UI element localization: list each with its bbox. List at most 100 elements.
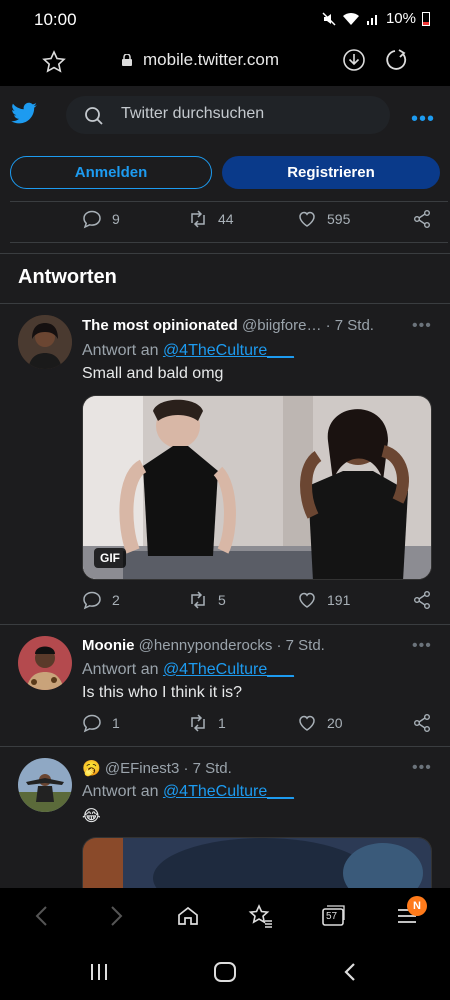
battery-percent: 10% (385, 10, 416, 27)
retweet-icon (191, 714, 205, 732)
tweet-more-icon[interactable]: ••• (412, 637, 432, 655)
reply-to: Antwort an @4TheCulture___ (82, 661, 294, 679)
divider (0, 624, 450, 625)
mute-icon (322, 11, 336, 26)
avatar[interactable] (18, 758, 72, 812)
tweet-actions: 2 5 191 (0, 590, 450, 614)
reply-to-link[interactable]: @4TheCulture___ (163, 342, 294, 359)
notification-badge: N (407, 896, 427, 916)
retweet-count: 5 (218, 592, 226, 608)
tweet-time: · 7 Std. (276, 637, 325, 654)
share-icon (414, 591, 430, 609)
reply-prefix: Antwort an (82, 783, 159, 800)
status-time: 10:00 (34, 10, 77, 29)
like-action[interactable]: 595 (297, 209, 350, 229)
share-action[interactable] (412, 590, 432, 610)
wifi-icon (342, 12, 359, 25)
reply-count: 2 (112, 592, 120, 608)
tweet-more-icon[interactable]: ••• (412, 317, 432, 335)
reply-prefix: Antwort an (82, 661, 159, 678)
retweet-icon (191, 210, 205, 228)
reply-prefix: Antwort an (82, 342, 159, 359)
tweet-time: · 7 Std. (183, 760, 232, 777)
avatar[interactable] (18, 636, 72, 690)
reload-icon[interactable] (385, 48, 409, 72)
retweet-action[interactable]: 1 (188, 713, 226, 733)
bookmark-star-icon[interactable] (42, 50, 66, 74)
search-input[interactable]: Twitter durchsuchen (121, 105, 264, 123)
reply-icon (83, 210, 101, 229)
heart-icon (299, 715, 315, 731)
author-handle: @hennyponderocks (138, 637, 273, 654)
reply-count: 9 (112, 211, 120, 227)
like-count: 595 (327, 211, 351, 227)
retweet-count: 1 (218, 715, 226, 731)
retweet-icon (191, 591, 205, 609)
recent-apps-icon[interactable] (88, 962, 110, 982)
replies-section-title: Antworten (18, 266, 117, 288)
divider (10, 242, 448, 243)
author-handle: @EFinest3 (104, 760, 180, 777)
heart-icon (299, 592, 315, 608)
tweet-media-image[interactable] (82, 837, 432, 888)
login-button[interactable]: Anmelden (10, 156, 212, 189)
back-button-icon[interactable] (340, 961, 360, 983)
author-name: The most opinionated (82, 317, 238, 334)
register-button[interactable]: Registrieren (222, 156, 440, 189)
divider (0, 746, 450, 747)
tweet-text: Small and bald omg (82, 365, 224, 382)
share-action[interactable] (412, 713, 432, 733)
retweet-action[interactable]: 5 (188, 590, 226, 610)
forward-arrow-icon[interactable] (106, 904, 126, 928)
home-button-icon[interactable] (213, 961, 237, 983)
twitter-logo-icon[interactable] (10, 102, 38, 126)
like-action[interactable]: 191 (297, 590, 350, 610)
home-icon[interactable] (176, 904, 200, 928)
tweet-author[interactable]: 🥱 @EFinest3 · 7 Std. (82, 759, 232, 777)
author-name: 🥱 (82, 760, 101, 777)
reply-to-link[interactable]: @4TheCulture___ (163, 783, 294, 800)
reply-action[interactable]: 1 (82, 713, 120, 733)
divider (0, 253, 450, 254)
status-bar: 10:00 10% (0, 0, 450, 38)
gif-badge: GIF (94, 548, 126, 568)
more-menu-icon[interactable]: ••• (411, 108, 435, 131)
divider (10, 201, 448, 202)
tweet-text: Is this who I think it is? (82, 684, 243, 701)
lock-icon (122, 54, 132, 66)
download-icon[interactable] (342, 48, 366, 72)
author-handle: @biigfore… (242, 317, 322, 334)
tweet-actions: 1 1 20 (0, 713, 450, 737)
browser-toolbar: mobile.twitter.com (0, 38, 450, 86)
reply-icon (83, 714, 101, 733)
retweet-count: 44 (218, 211, 234, 227)
avatar[interactable] (18, 315, 72, 369)
reply-action[interactable]: 9 (82, 209, 120, 229)
reply-icon (83, 591, 101, 610)
reply-to: Antwort an @4TheCulture___ (82, 783, 294, 801)
retweet-action[interactable]: 44 (188, 209, 234, 229)
tweet-time: · 7 Std. (325, 317, 374, 334)
search-icon (85, 107, 103, 125)
back-arrow-icon[interactable] (32, 904, 52, 928)
url-field[interactable]: mobile.twitter.com (143, 50, 279, 70)
tabs-button[interactable]: 57 (320, 904, 346, 928)
bookmarks-icon[interactable] (248, 903, 274, 929)
tweet-author[interactable]: Moonie @hennyponderocks · 7 Std. (82, 637, 325, 654)
share-icon (414, 714, 430, 732)
battery-icon (422, 11, 430, 26)
tweet-media-gif[interactable] (82, 395, 432, 580)
tweet-more-icon[interactable]: ••• (412, 759, 432, 777)
author-name: Moonie (82, 637, 135, 654)
main-tweet-actions: 9 44 595 (0, 209, 450, 233)
like-action[interactable]: 20 (297, 713, 343, 733)
reply-to-link[interactable]: @4TheCulture___ (163, 661, 294, 678)
share-icon (414, 210, 430, 228)
like-count: 191 (327, 592, 351, 608)
share-action[interactable] (412, 209, 432, 229)
reply-count: 1 (112, 715, 120, 731)
browser-bottom-nav: 57 (0, 888, 450, 944)
status-icons: 10% (322, 10, 430, 27)
tweet-author[interactable]: The most opinionated @biigfore… · 7 Std. (82, 317, 374, 334)
reply-action[interactable]: 2 (82, 590, 120, 610)
